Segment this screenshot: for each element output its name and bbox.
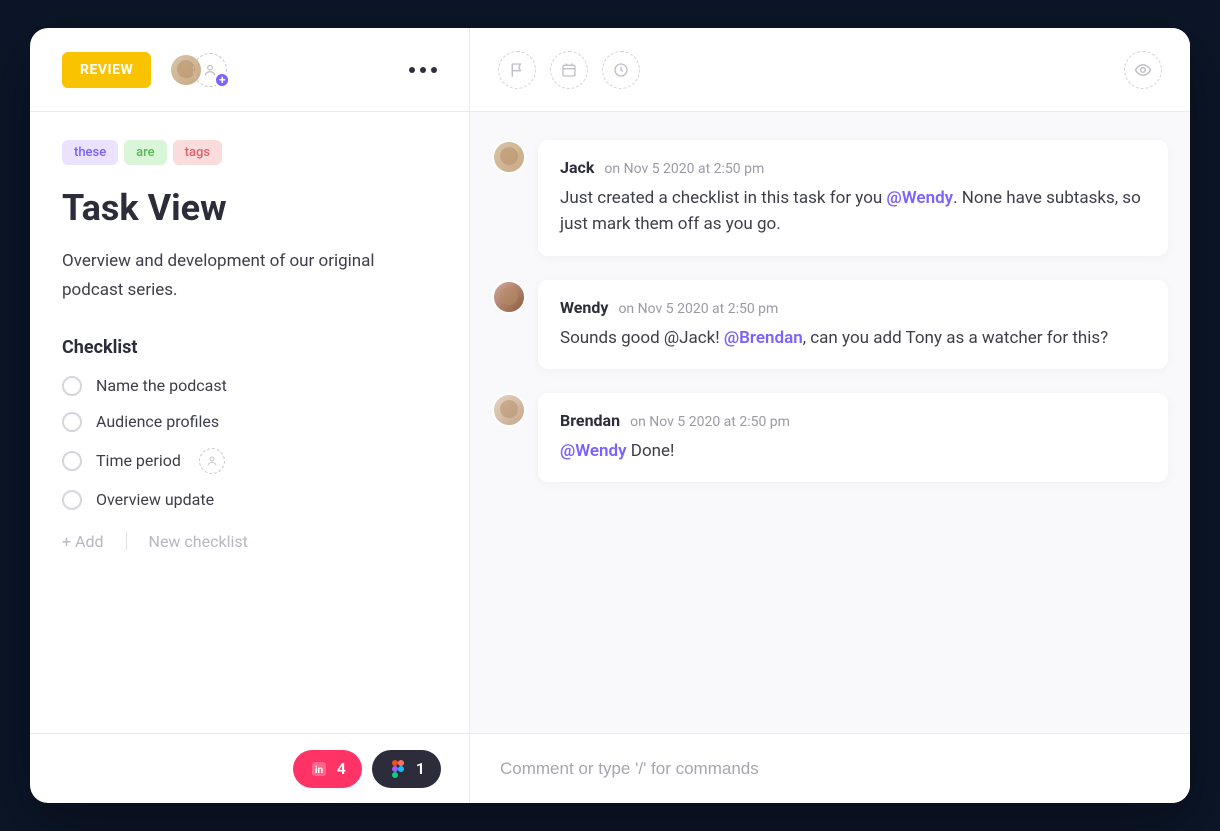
mention[interactable]: @Wendy	[887, 188, 954, 208]
checkbox-icon[interactable]	[62, 412, 82, 432]
comment-author: Jack	[560, 158, 594, 177]
checklist-item[interactable]: Name the podcast	[62, 376, 437, 396]
comment-bubble: Brendan on Nov 5 2020 at 2:50 pm @Wendy …	[538, 393, 1168, 482]
comment-input[interactable]	[500, 759, 1160, 779]
figma-icon	[388, 759, 408, 779]
clock-icon	[613, 62, 629, 78]
comment: Jack on Nov 5 2020 at 2:50 pm Just creat…	[492, 140, 1168, 256]
comment-body: Just created a checklist in this task fo…	[560, 185, 1146, 238]
eye-icon	[1134, 61, 1152, 79]
invision-icon: in	[309, 759, 329, 779]
invision-pill[interactable]: in 4	[293, 750, 362, 788]
due-date-button[interactable]	[550, 51, 588, 89]
assign-person-button[interactable]	[199, 448, 225, 474]
checkbox-icon[interactable]	[62, 376, 82, 396]
comment-time: on Nov 5 2020 at 2:50 pm	[604, 161, 764, 177]
comment-text: Sounds good @Jack!	[560, 328, 724, 348]
person-icon	[206, 455, 218, 467]
checklist-item[interactable]: Overview update	[62, 490, 437, 510]
checklist-item[interactable]: Time period	[62, 448, 437, 474]
comment-bubble: Wendy on Nov 5 2020 at 2:50 pm Sounds go…	[538, 280, 1168, 369]
comment-body: @Wendy Done!	[560, 438, 1146, 464]
new-checklist-button[interactable]: New checklist	[149, 532, 248, 551]
comment: Brendan on Nov 5 2020 at 2:50 pm @Wendy …	[492, 393, 1168, 482]
status-pill[interactable]: REVIEW	[62, 52, 151, 88]
checklist-item-label: Time period	[96, 451, 181, 470]
right-header	[470, 28, 1190, 112]
right-pane: Jack on Nov 5 2020 at 2:50 pm Just creat…	[470, 28, 1190, 803]
flag-icon	[509, 62, 525, 78]
comments-list: Jack on Nov 5 2020 at 2:50 pm Just creat…	[470, 112, 1190, 733]
checklist-item[interactable]: Audience profiles	[62, 412, 437, 432]
comment-bubble: Jack on Nov 5 2020 at 2:50 pm Just creat…	[538, 140, 1168, 256]
task-description: Overview and development of our original…	[62, 247, 437, 305]
add-assignee-button[interactable]: +	[193, 53, 227, 87]
add-checklist-item-button[interactable]: + Add	[62, 532, 104, 551]
comment-avatar[interactable]	[492, 393, 526, 427]
mention[interactable]: @Wendy	[560, 441, 627, 461]
comment-author: Wendy	[560, 298, 608, 317]
left-body: these are tags Task View Overview and de…	[30, 112, 469, 733]
time-button[interactable]	[602, 51, 640, 89]
tag[interactable]: tags	[173, 140, 222, 165]
figma-pill[interactable]: 1	[372, 750, 441, 788]
comment-composer	[470, 733, 1190, 803]
comment-text: Just created a checklist in this task fo…	[560, 188, 887, 208]
tag[interactable]: these	[62, 140, 118, 165]
left-pane: REVIEW + these are tags Task View	[30, 28, 470, 803]
comment-avatar[interactable]	[492, 140, 526, 174]
calendar-icon	[561, 62, 577, 78]
left-header: REVIEW +	[30, 28, 469, 112]
divider	[126, 532, 127, 550]
checklist-title: Checklist	[62, 337, 437, 358]
task-window: REVIEW + these are tags Task View	[30, 28, 1190, 803]
comment-body: Sounds good @Jack! @Brendan, can you add…	[560, 325, 1146, 351]
comment-avatar[interactable]	[492, 280, 526, 314]
plus-badge-icon: +	[214, 72, 230, 88]
mention[interactable]: @Brendan	[724, 328, 803, 348]
comment: Wendy on Nov 5 2020 at 2:50 pm Sounds go…	[492, 280, 1168, 369]
task-title: Task View	[62, 187, 437, 229]
invision-count: 4	[337, 759, 346, 778]
comment-time: on Nov 5 2020 at 2:50 pm	[618, 301, 778, 317]
tags-row: these are tags	[62, 140, 437, 165]
svg-text:in: in	[315, 765, 324, 776]
checklist-item-label: Name the podcast	[96, 376, 227, 395]
comment-author: Brendan	[560, 411, 620, 430]
watchers-button[interactable]	[1124, 51, 1162, 89]
tag[interactable]: are	[124, 140, 166, 165]
figma-count: 1	[416, 759, 425, 778]
priority-button[interactable]	[498, 51, 536, 89]
comment-text: , can you add Tony as a watcher for this…	[803, 328, 1108, 348]
left-footer: in 4 1	[30, 733, 469, 803]
checkbox-icon[interactable]	[62, 451, 82, 471]
comment-text: Done!	[627, 441, 675, 461]
checkbox-icon[interactable]	[62, 490, 82, 510]
checklist-item-label: Audience profiles	[96, 412, 219, 431]
more-options-button[interactable]	[409, 67, 437, 73]
assignee-group: +	[169, 53, 227, 87]
comment-time: on Nov 5 2020 at 2:50 pm	[630, 414, 790, 430]
checklist-actions: + Add New checklist	[62, 532, 437, 551]
checklist-item-label: Overview update	[96, 490, 214, 509]
